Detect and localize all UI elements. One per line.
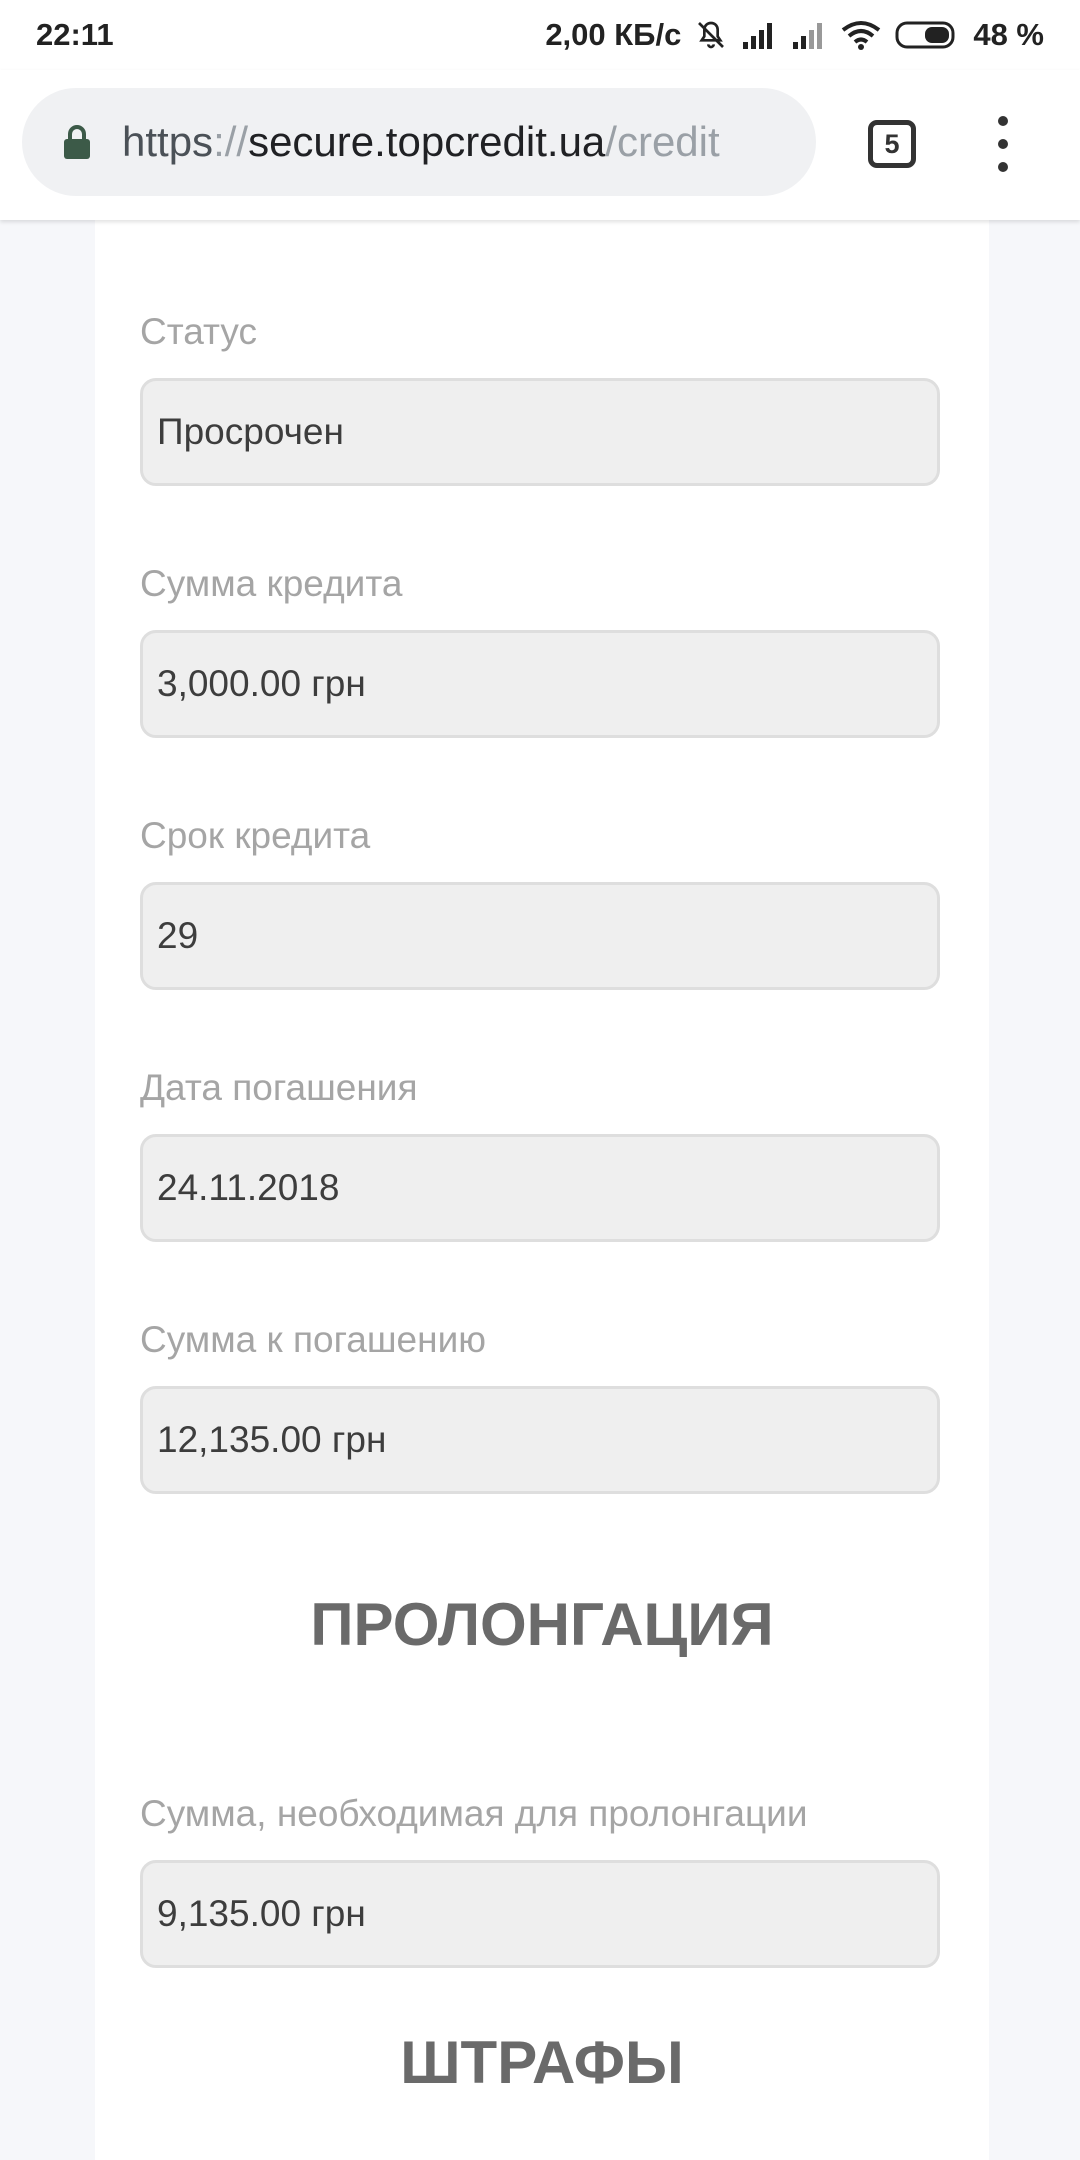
battery-percent: 48 % [973,17,1044,52]
url-host: secure.topcredit.ua [248,118,606,165]
field-label: Срок кредита [140,815,371,856]
url-scheme: https [122,118,214,165]
prolongation-heading: ПРОЛОНГАЦИЯ [310,1591,774,1658]
tab-count: 5 [884,128,900,159]
url-separator: :// [213,118,249,165]
more-dot-icon [998,116,1008,126]
field-label: Сумма кредита [140,563,403,604]
field-prolongation-amount: Сумма, необходимая для пролонгации 9,135… [140,1789,940,1968]
field-repayment-date: Дата погашения 24.11.2018 [140,1063,940,1242]
battery-icon [895,20,959,50]
credit-amount-field[interactable]: 3,000.00 грн [140,630,940,738]
repayment-amount-field[interactable]: 12,135.00 грн [140,1386,940,1494]
status-indicators: 2,00 КБ/с 48 % [545,17,1044,53]
browser-toolbar: https://secure.topcredit.ua/credit 5 [0,70,1080,220]
field-credit-amount: Сумма кредита 3,000.00 грн [140,559,940,738]
muted-bell-icon [695,19,727,51]
field-label: Сумма, необходимая для пролонгации [140,1793,808,1834]
field-credit-term: Срок кредита 29 [140,811,940,990]
status-field[interactable]: Просрочен [140,378,940,486]
network-speed: 2,00 КБ/с [545,17,682,52]
browser-menu-button[interactable] [988,116,1018,172]
tab-switcher-button[interactable]: 5 [868,120,916,168]
prolongation-amount-field[interactable]: 9,135.00 грн [140,1860,940,1968]
signal-icon [791,20,827,50]
repayment-date-field[interactable]: 24.11.2018 [140,1134,940,1242]
field-label: Дата погашения [140,1067,418,1108]
more-dot-icon [998,139,1008,149]
status-time: 22:11 [36,17,114,52]
wifi-icon [841,20,881,50]
field-label: Статус [140,311,257,352]
credit-details-card: Статус Просрочен Сумма кредита 3,000.00 … [95,220,989,2160]
more-dot-icon [998,162,1008,172]
status-bar: 22:11 2,00 КБ/с 48 % [0,0,1080,70]
url-text: https://secure.topcredit.ua/credit [122,118,782,166]
url-path: /credit [605,118,720,165]
address-bar[interactable]: https://secure.topcredit.ua/credit [22,88,816,196]
field-label: Сумма к погашению [140,1319,486,1360]
field-repayment-amount: Сумма к погашению 12,135.00 грн [140,1315,940,1494]
penalties-heading: ШТРАФЫ [400,2029,684,2096]
field-status: Статус Просрочен [140,307,940,486]
credit-term-field[interactable]: 29 [140,882,940,990]
signal-icon [741,20,777,50]
lock-icon [62,123,92,161]
